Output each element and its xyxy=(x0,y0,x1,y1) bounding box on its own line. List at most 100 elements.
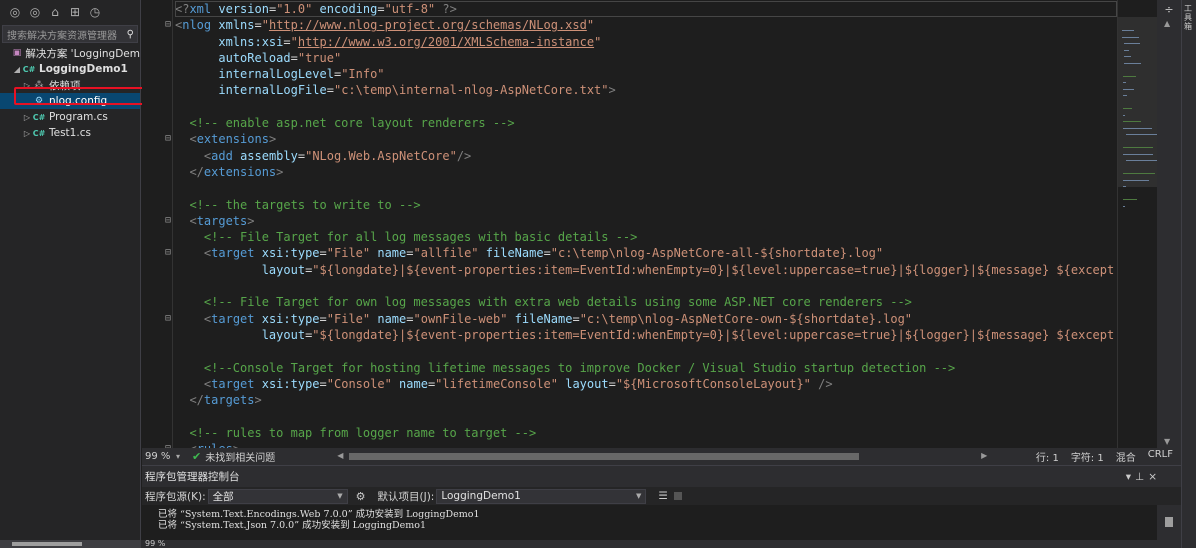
code-area[interactable]: <?xml version="1.0" encoding="utf-8" ?> <… xyxy=(165,1,1117,448)
code-line[interactable]: <!-- rules to map from logger name to ta… xyxy=(175,425,1117,441)
split-editor-icon[interactable]: ÷ xyxy=(1164,3,1174,16)
collapse-arrow-icon[interactable]: ▷ xyxy=(22,129,32,138)
tree-item-test1-cs[interactable]: ▷ C# Test1.cs xyxy=(0,125,140,141)
collapse-arrow-icon[interactable]: ▷ xyxy=(22,113,32,122)
code-line[interactable]: internalLogFile="c:\temp\internal-nlog-A… xyxy=(175,82,1117,98)
close-icon[interactable]: × xyxy=(1148,471,1161,483)
chevron-down-icon: ▼ xyxy=(635,492,642,500)
fold-toggle-icon[interactable]: ⊟ xyxy=(165,245,174,261)
console-zoom-level[interactable]: 99 % xyxy=(141,540,165,548)
code-line[interactable]: <!-- the targets to write to --> xyxy=(175,197,1117,213)
back-icon[interactable]: ◎ xyxy=(8,5,22,19)
code-line[interactable]: layout="${longdate}|${event-properties:i… xyxy=(175,327,1117,343)
scrollbar-thumb[interactable] xyxy=(12,542,82,546)
code-line[interactable]: <extensions> ⊟ xyxy=(165,131,1117,147)
code-line[interactable]: internalLogLevel="Info" xyxy=(175,66,1117,82)
tree-item-project[interactable]: ◢ C# LoggingDemo1 xyxy=(0,61,140,77)
line-ending[interactable]: CRLF xyxy=(1148,449,1173,464)
fold-toggle-icon[interactable]: ⊟ xyxy=(165,441,174,448)
code-line[interactable]: <?xml version="1.0" encoding="utf-8" ?> xyxy=(175,1,1117,18)
code-line[interactable]: ​ xyxy=(175,408,1117,424)
history-icon[interactable]: ◷ xyxy=(88,5,102,19)
code-line[interactable]: ​ xyxy=(175,180,1117,196)
minimap-line xyxy=(1122,82,1127,83)
code-line[interactable]: ​ xyxy=(175,278,1117,294)
code-line[interactable]: xmlns:xsi="http://www.w3.org/2001/XMLSch… xyxy=(175,34,1117,50)
tree-item-dependencies[interactable]: ▷ ⁂ 依赖项 xyxy=(0,77,140,93)
scroll-right-icon[interactable]: ▶ xyxy=(981,451,987,460)
line-number[interactable]: 行: 1 xyxy=(1036,449,1059,464)
tree-item-nlog-config[interactable]: ⚙ nlog.config xyxy=(0,93,140,109)
scroll-left-icon[interactable]: ◀ xyxy=(337,451,343,460)
code-line[interactable]: </extensions> xyxy=(175,164,1117,180)
code-line[interactable]: <target xsi:type="File" name="allfile" f… xyxy=(165,245,1117,261)
editor-status-bar: 99 % ▾ ✔ 未找到相关问题 ◀ ▶ 行: 1 字符: 1 混合 CRLF xyxy=(142,448,1181,465)
console-output[interactable]: 已将 “System.Text.Encodings.Web 7.0.0” 成功安… xyxy=(142,509,1181,531)
minimap-line xyxy=(1126,160,1161,161)
code-line[interactable]: <!-- File Target for own log messages wi… xyxy=(175,294,1117,310)
home-icon[interactable]: ⌂ xyxy=(48,5,62,19)
solution-tree: ▣ 解决方案 'LoggingDem ◢ C# LoggingDemo1 ▷ ⁂… xyxy=(0,45,140,141)
bottom-bar: 99 % xyxy=(0,540,1181,548)
toolbox-tab[interactable]: 工具箱 xyxy=(1184,4,1195,31)
explorer-horizontal-scrollbar[interactable] xyxy=(0,540,141,548)
editor-horizontal-scrollbar[interactable]: ◀ ▶ xyxy=(337,448,987,465)
fold-toggle-icon[interactable]: ⊟ xyxy=(165,213,174,229)
zoom-level[interactable]: 99 % xyxy=(142,451,176,462)
pin-icon[interactable]: ⊥ xyxy=(1135,471,1148,483)
code-line[interactable]: <target xsi:type="File" name="ownFile-we… xyxy=(165,311,1117,327)
package-source-label: 程序包源(K): xyxy=(145,490,206,503)
collapse-arrow-icon[interactable]: ▷ xyxy=(22,81,32,90)
console-titlebar: 程序包管理器控制台 ▾⊥× xyxy=(142,466,1181,487)
code-line[interactable]: <target xsi:type="Console" name="lifetim… xyxy=(175,376,1117,392)
scroll-down-icon[interactable]: ▼ xyxy=(1164,437,1170,446)
code-line[interactable]: <!-- File Target for all log messages wi… xyxy=(175,229,1117,245)
explorer-search-input[interactable]: 搜索解决方案资源管理器 ⚲ xyxy=(2,25,138,43)
code-line[interactable]: ​ xyxy=(175,343,1117,359)
issues-status[interactable]: 未找到相关问题 xyxy=(205,449,275,464)
editor-vertical-scrollbar[interactable]: ÷ ▲ ▼ xyxy=(1157,0,1181,448)
forward-icon[interactable]: ◎ xyxy=(28,5,42,19)
clear-console-icon[interactable]: ☰ xyxy=(658,490,667,502)
dropdown-icon[interactable]: ▾ xyxy=(1126,471,1135,483)
code-line[interactable]: layout="${longdate}|${event-properties:i… xyxy=(175,262,1117,278)
code-line[interactable]: </targets> xyxy=(175,392,1117,408)
fold-toggle-icon[interactable]: ⊟ xyxy=(165,311,174,327)
minimap[interactable] xyxy=(1117,0,1161,448)
zoom-dropdown-icon[interactable]: ▾ xyxy=(176,452,192,461)
code-line[interactable]: <add assembly="NLog.Web.AspNetCore"/> xyxy=(175,148,1117,164)
minimap-line xyxy=(1123,88,1135,90)
scrollbar-thumb[interactable] xyxy=(1165,517,1173,527)
tree-item-program-cs[interactable]: ▷ C# Program.cs xyxy=(0,109,140,125)
chevron-down-icon: ▼ xyxy=(337,492,343,500)
code-line[interactable]: <nlog xmlns="http://www.nlog-project.org… xyxy=(165,17,1117,33)
code-line[interactable]: autoReload="true" xyxy=(175,50,1117,66)
minimap-line xyxy=(1122,30,1134,31)
default-project-select[interactable]: LoggingDemo1 ▼ xyxy=(436,488,647,504)
code-line[interactable]: ​ xyxy=(175,99,1117,115)
package-source-select[interactable]: 全部 ▼ xyxy=(207,488,348,504)
indent-mode[interactable]: 混合 xyxy=(1116,449,1136,464)
console-vertical-scrollbar[interactable] xyxy=(1157,505,1181,541)
tree-item-solution[interactable]: ▣ 解决方案 'LoggingDem xyxy=(0,45,140,61)
code-line[interactable]: <rules>⊟ xyxy=(165,441,1117,448)
config-file-icon: ⚙ xyxy=(34,96,44,106)
char-number[interactable]: 字符: 1 xyxy=(1071,449,1104,464)
code-editor[interactable]: <?xml version="1.0" encoding="utf-8" ?> <… xyxy=(142,0,1117,448)
search-icon[interactable]: ⚲ xyxy=(127,29,137,40)
code-line[interactable]: <!--Console Target for hosting lifetime … xyxy=(175,360,1117,376)
package-source-value: 全部 xyxy=(212,490,234,503)
fold-toggle-icon[interactable]: ⊟ xyxy=(165,17,174,33)
search-placeholder: 搜索解决方案资源管理器 xyxy=(7,30,117,42)
solution-switch-icon[interactable]: ⊞ xyxy=(68,5,82,19)
minimap-line xyxy=(1124,62,1141,64)
dependencies-icon: ⁂ xyxy=(34,80,44,90)
stop-icon[interactable] xyxy=(673,492,682,500)
expand-arrow-icon[interactable]: ◢ xyxy=(12,65,22,74)
scrollbar-thumb[interactable] xyxy=(349,453,860,460)
settings-gear-icon[interactable]: ⚙ xyxy=(356,490,366,503)
code-line[interactable]: <targets> ⊟ xyxy=(165,213,1117,229)
scroll-up-icon[interactable]: ▲ xyxy=(1164,19,1170,28)
fold-toggle-icon[interactable]: ⊟ xyxy=(165,131,174,147)
code-line[interactable]: <!-- enable asp.net core layout renderer… xyxy=(175,115,1117,131)
